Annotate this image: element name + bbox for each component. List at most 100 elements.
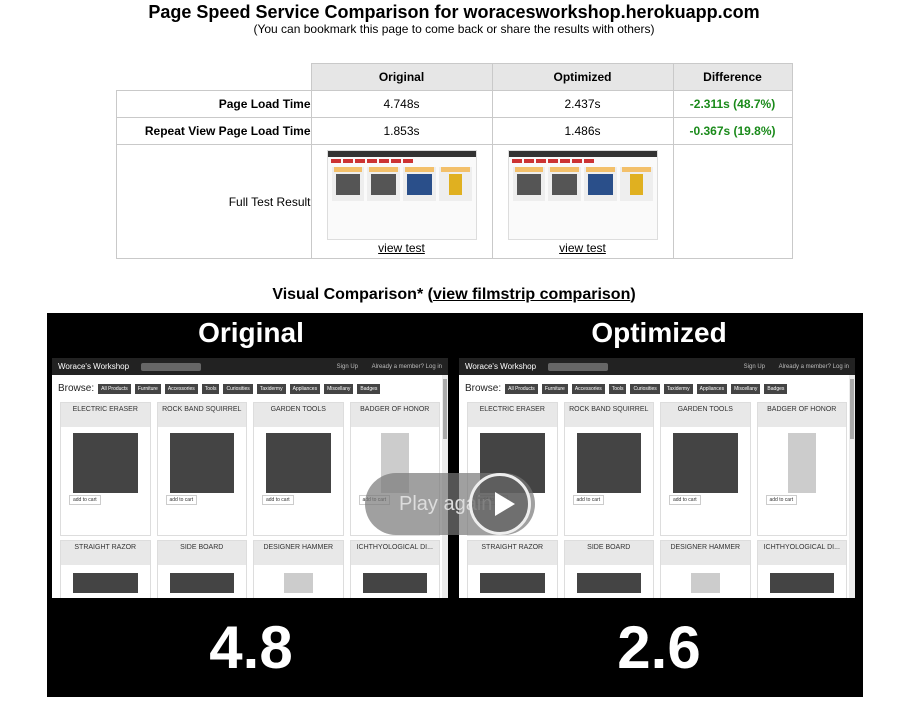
visual-comparison-heading: Visual Comparison* (view filmstrip compa… [0,286,908,304]
site-signup: Sign Up [743,363,765,370]
product-card: ROCK BAND SQUIRREL add to cart [156,402,247,536]
product-image [787,433,816,493]
product-name: ICHTHYOLOGICAL DI... [757,541,846,565]
product-name: ROCK BAND SQUIRREL [564,403,653,427]
optimized-thumb-cell: view test [491,144,674,259]
original-screenshot-thumbnail[interactable] [326,150,477,240]
site-scrollbar [849,375,855,598]
product-image [769,573,834,593]
comparison-table: Original Optimized Difference Page Load … [116,63,793,259]
product-card: SIDE BOARD [563,540,654,598]
product-card: ICHTHYOLOGICAL DI... [756,540,847,598]
original-score: 4.8 [209,614,293,681]
play-again-button[interactable]: Play again [365,473,535,535]
optimized-panel-title: Optimized [591,317,727,348]
product-image [73,573,138,593]
site-browse-bar: Browse: All Products Furniture Accessori… [52,375,448,398]
table-row: Repeat View Page Load Time 1.853s 1.486s… [116,117,793,145]
product-image [673,433,738,493]
product-name: STRAIGHT RAZOR [61,541,150,565]
product-card: DESIGNER HAMMER [660,540,751,598]
filmstrip-comparison-link[interactable]: view filmstrip comparison [433,286,630,303]
add-to-cart: add to cart [669,495,701,505]
category-chip: Tools [201,383,220,394]
category-chip: Curiosities [223,383,253,394]
category-chip: Miscellany [731,383,761,394]
table-row: Page Load Time 4.748s 2.437s -2.311s (48… [116,90,793,118]
view-test-original-link[interactable]: view test [312,241,492,255]
product-name: SIDE BOARD [564,541,653,565]
header-difference: Difference [672,63,793,91]
category-chip: Curiosities [630,383,660,394]
site-topbar: Worace's Workshop Sign Up Already a memb… [52,358,448,375]
site-topbar: Worace's Workshop Sign Up Already a memb… [459,358,855,375]
row-label: Full Test Result [116,144,312,259]
paren-open: ( [423,286,433,303]
original-panel-title: Original [198,317,304,348]
video-player[interactable]: Original Optimized Worace's Workshop Sig… [47,313,863,697]
header-blank [116,63,312,91]
product-grid-row2: STRAIGHT RAZOR SIDE BOARD DESIGNER HAMME… [459,540,855,598]
product-image [691,573,720,593]
row-label: Repeat View Page Load Time [116,117,312,145]
product-name: ELECTRIC ERASER [61,403,150,427]
add-to-cart: add to cart [765,495,798,505]
page-title: Page Speed Service Comparison for worace… [148,2,760,22]
product-name: SIDE BOARD [157,541,246,565]
category-chip: Appliances [289,383,321,394]
play-icon [469,473,531,535]
add-to-cart: add to cart [165,495,198,505]
product-image [284,573,313,593]
category-chip: Accessories [571,383,605,394]
page-subtitle: (You can bookmark this page to come back… [253,22,655,36]
site-search-box [141,362,202,371]
paren-close: ) [630,286,636,303]
site-login: Already a member? Log in [371,363,442,370]
product-card: GARDEN TOOLS add to cart [253,402,344,536]
product-card: ELECTRIC ERASER add to cart [60,402,151,536]
site-browse-bar: Browse: All Products Furniture Accessori… [459,375,855,398]
product-image [73,433,138,493]
product-name: BADGER OF HONOR [757,403,846,427]
optimized-score: 2.6 [617,614,701,681]
optimized-value: 1.486s [491,117,674,145]
original-value: 4.748s [310,90,493,118]
original-thumb-cell: view test [310,144,493,259]
category-chip: Appliances [696,383,728,394]
product-image [266,433,331,493]
view-test-optimized-link[interactable]: view test [493,241,673,255]
add-to-cart: add to cart [572,495,605,505]
site-name: Worace's Workshop [58,362,130,371]
product-grid-row2: STRAIGHT RAZOR SIDE BOARD DESIGNER HAMME… [52,540,448,598]
product-name: DESIGNER HAMMER [254,541,343,565]
category-chip: Furniture [541,383,568,394]
site-signup: Sign Up [336,363,358,370]
category-chip: Miscellany [324,383,354,394]
optimized-screenshot-thumbnail[interactable] [507,150,658,240]
category-chip: All Products [98,383,131,394]
table-header-row: Original Optimized Difference [116,63,793,91]
site-login: Already a member? Log in [778,363,849,370]
product-name: STRAIGHT RAZOR [468,541,557,565]
category-chip: Taxidermy [256,383,286,394]
product-image [362,573,427,593]
product-image [480,573,545,593]
site-name: Worace's Workshop [465,362,537,371]
browse-label: Browse: [58,383,95,394]
empty-difference-cell [672,144,793,259]
category-chip: Badges [357,383,381,394]
browse-label: Browse: [465,383,502,394]
category-chip: Furniture [134,383,161,394]
visual-comparison-title: Visual Comparison* [272,286,424,303]
site-search-box [548,362,609,371]
product-name: GARDEN TOOLS [661,403,750,427]
product-card: STRAIGHT RAZOR [60,540,151,598]
category-chip: Badges [764,383,788,394]
product-name: GARDEN TOOLS [254,403,343,427]
product-image [576,433,641,493]
difference-value: -2.311s (48.7%) [672,90,793,118]
product-image [169,433,234,493]
product-card: ICHTHYOLOGICAL DI... [349,540,440,598]
header-optimized: Optimized [491,63,674,91]
product-card: DESIGNER HAMMER [253,540,344,598]
